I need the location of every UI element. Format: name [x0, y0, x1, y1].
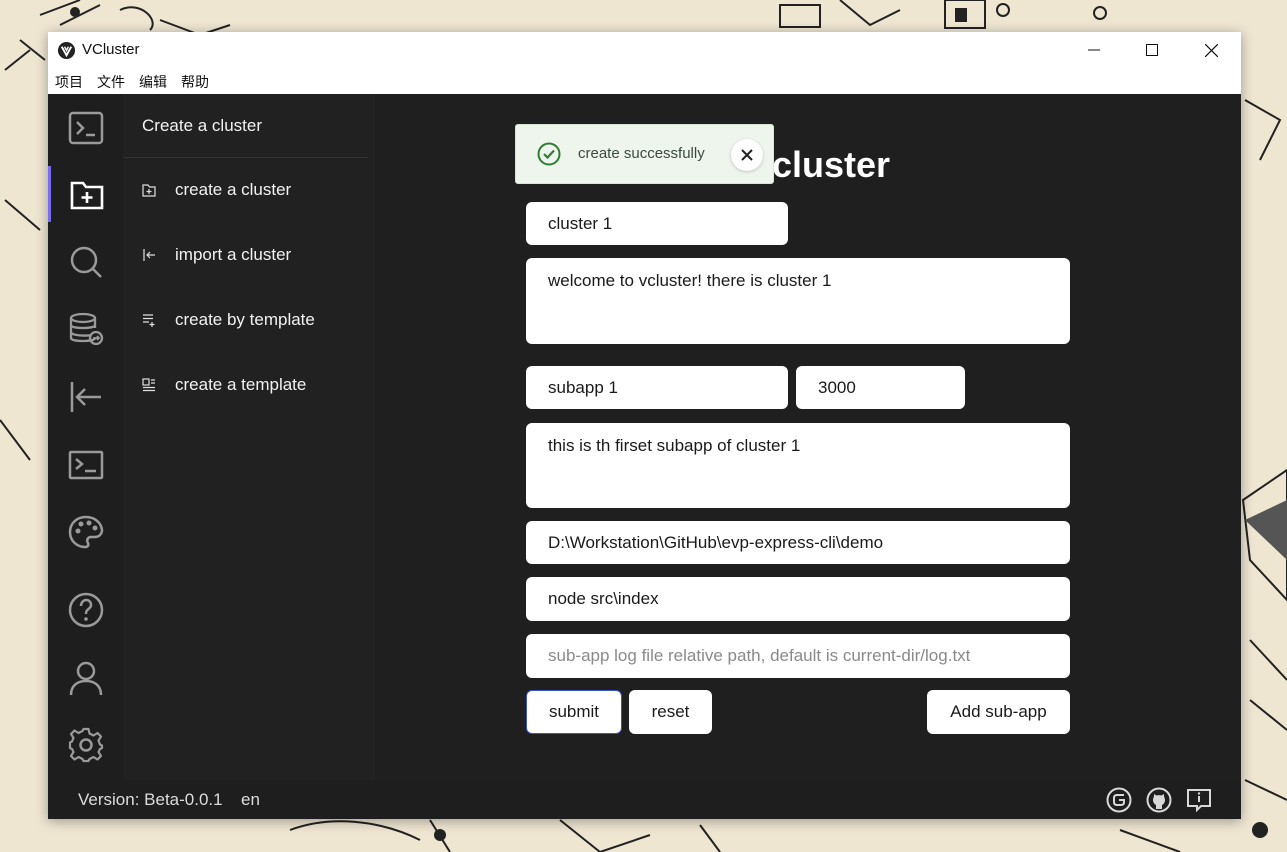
reset-button[interactable]: reset [629, 690, 712, 734]
cluster-description-textarea[interactable]: welcome to vcluster! there is cluster 1 [526, 258, 1070, 344]
subapp-name-input[interactable]: subapp 1 [526, 366, 788, 409]
gitee-link[interactable] [1105, 786, 1133, 814]
help-icon [68, 592, 103, 628]
subnav-title: Create a cluster [142, 116, 262, 135]
subnav-item-label: create a cluster [175, 180, 292, 199]
subnav-item-label: create a template [175, 375, 307, 394]
subapp-port-input[interactable]: 3000 [796, 366, 965, 409]
github-icon [1146, 787, 1172, 813]
page-title: cluster [772, 144, 891, 185]
check-circle-icon [537, 142, 561, 166]
rail-item-search[interactable] [48, 234, 123, 290]
cluster-name-input[interactable]: cluster 1 [526, 202, 788, 245]
subnav-item-label: create by template [175, 310, 315, 329]
menu-item-project[interactable]: 项目 [48, 70, 90, 92]
menu-bar: 项目 文件 编辑 帮助 [48, 70, 216, 92]
file-add-icon [142, 184, 156, 197]
rail-item-settings[interactable] [48, 717, 123, 773]
status-bar: Version: Beta-0.0.1 en [48, 780, 1241, 819]
terminal-icon [68, 450, 103, 480]
feedback-link[interactable] [1185, 786, 1213, 814]
window-title: VCluster [82, 41, 140, 58]
gitee-icon [1106, 787, 1132, 813]
folder-add-icon [70, 181, 104, 210]
palette-icon [68, 515, 103, 549]
terminal-box-icon [68, 111, 103, 145]
subapp-description-textarea[interactable]: this is th firset subapp of cluster 1 [526, 423, 1070, 508]
settings-icon [68, 727, 103, 763]
submit-button[interactable]: submit [526, 690, 622, 734]
main-content: cluster cluster 1 welcome to vcluster! t… [374, 94, 1241, 780]
close-window-button[interactable] [1182, 32, 1240, 68]
subnav-item-create-template[interactable]: create a template [141, 375, 306, 395]
maximize-icon [1146, 44, 1158, 56]
work-directory-input[interactable]: D:\Workstation\GitHub\evp-express-cli\de… [526, 521, 1070, 564]
subnav-item-label: import a cluster [175, 245, 292, 264]
log-path-input[interactable]: sub-app log file relative path, default … [526, 634, 1070, 678]
toast-close-button[interactable] [731, 139, 763, 171]
subnav-item-import-cluster[interactable]: import a cluster [141, 245, 291, 265]
database-add-icon [69, 312, 103, 346]
rail-item-terminal-box[interactable] [48, 100, 123, 156]
minimize-icon [1088, 49, 1100, 51]
toast-message: create successfully [578, 145, 705, 162]
language-switch[interactable]: en [241, 790, 260, 810]
subnav-item-create-cluster[interactable]: create a cluster [141, 180, 291, 200]
menu-item-edit[interactable]: 编辑 [132, 70, 174, 92]
minimize-button[interactable] [1065, 32, 1123, 68]
app-logo-icon [57, 41, 76, 60]
rail-item-import[interactable] [48, 369, 123, 425]
title-bar: VCluster 项目 文件 编辑 帮助 [48, 32, 1241, 94]
rail-item-help[interactable] [48, 582, 123, 638]
rail-item-account[interactable] [48, 650, 123, 706]
import-icon [143, 249, 155, 261]
feedback-icon [1187, 789, 1211, 813]
list-add-icon [143, 314, 155, 327]
menu-item-file[interactable]: 文件 [90, 70, 132, 92]
search-icon [70, 246, 102, 278]
activity-rail [48, 94, 124, 780]
template-icon [142, 378, 155, 392]
maximize-button[interactable] [1123, 32, 1181, 68]
subnav-item-create-by-template[interactable]: create by template [141, 310, 315, 330]
user-icon [69, 661, 102, 696]
add-subapp-button[interactable]: Add sub-app [927, 690, 1070, 734]
rail-item-theme[interactable] [48, 504, 123, 560]
github-link[interactable] [1145, 786, 1173, 814]
app-window: VCluster 项目 文件 编辑 帮助 Create a cluster cr… [48, 32, 1241, 819]
subnav-divider [123, 157, 368, 158]
import-icon [70, 382, 101, 412]
rail-item-console[interactable] [48, 437, 123, 493]
version-label: Version: Beta-0.0.1 [78, 790, 223, 809]
sub-navigation: Create a cluster create a cluster import… [123, 94, 374, 780]
close-icon [741, 149, 753, 161]
success-toast: create successfully [515, 124, 774, 184]
menu-item-help[interactable]: 帮助 [174, 70, 216, 92]
rail-item-database[interactable] [48, 301, 123, 357]
rail-item-create[interactable] [48, 166, 123, 222]
close-icon [1204, 43, 1218, 57]
start-command-input[interactable]: node src\index [526, 577, 1070, 621]
